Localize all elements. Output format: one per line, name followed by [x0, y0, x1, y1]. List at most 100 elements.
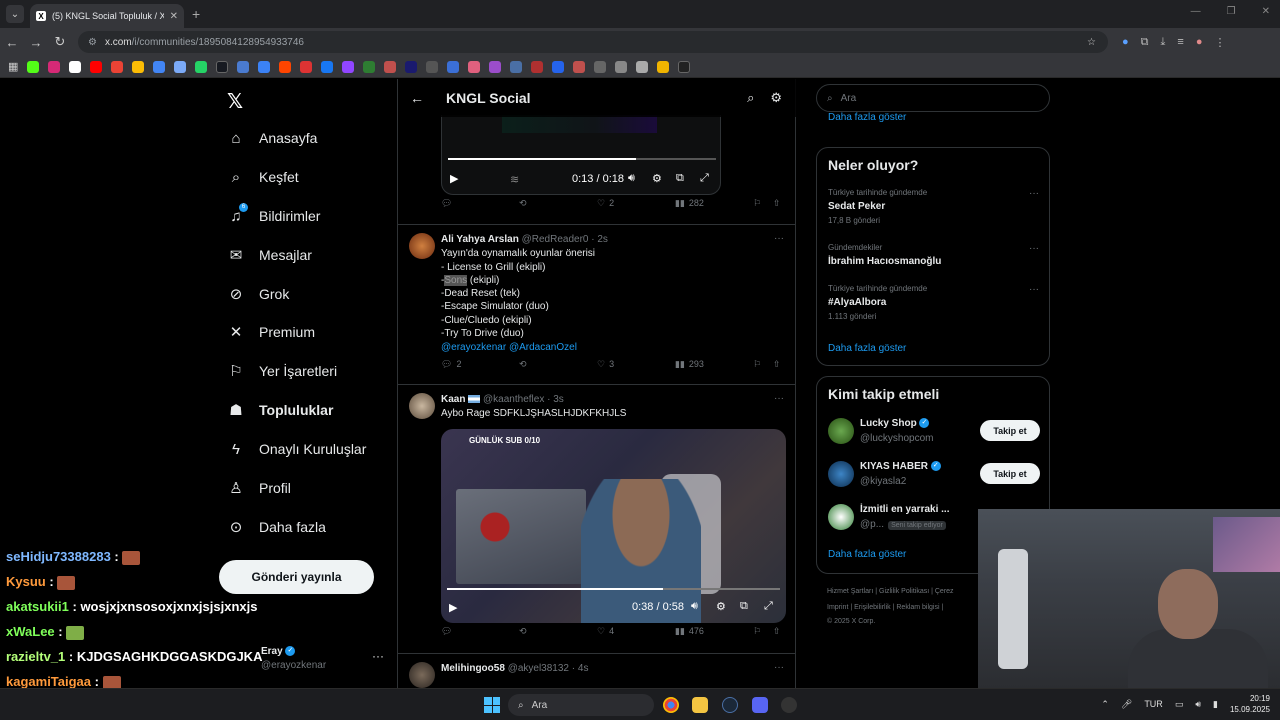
nav-notifications[interactable]: ♫ 6 Bildirimler [227, 203, 320, 225]
discord-icon[interactable] [752, 697, 768, 713]
follow-button[interactable]: Takip et [980, 420, 1040, 441]
bookmark-leaf-icon[interactable] [384, 60, 397, 73]
apps-grid-icon[interactable]: ▦ [8, 60, 18, 73]
bookmark-yellow-icon[interactable] [657, 60, 670, 73]
play-icon[interactable]: ▶ [450, 172, 458, 185]
bookmark-whatsapp-icon[interactable] [195, 60, 208, 73]
avatar[interactable] [409, 233, 435, 259]
pip-icon[interactable]: ⧉ [676, 172, 684, 185]
back-icon[interactable]: ← [0, 35, 24, 50]
file-explorer-icon[interactable] [692, 697, 708, 713]
views-button[interactable]: ▮▮ 293 [675, 359, 704, 370]
steam-icon[interactable] [722, 697, 738, 713]
bookmark-youtube-icon[interactable] [90, 60, 103, 73]
video-settings-icon[interactable]: ⚙ [652, 172, 662, 185]
reload-icon[interactable]: ↻ [48, 34, 72, 50]
bookmark-play-icon[interactable] [552, 60, 565, 73]
reply-button[interactable]: 💬︎ 2 [441, 359, 461, 370]
start-icon[interactable] [484, 697, 500, 713]
bookmark-google-icon[interactable] [132, 60, 145, 73]
reply-icon[interactable]: 💬︎ [441, 198, 452, 209]
retweet-icon[interactable]: ⟲ [519, 626, 527, 637]
avatar[interactable] [828, 504, 854, 530]
tweet-time[interactable]: 4s [578, 663, 589, 674]
like-button[interactable]: ♡ 4 [597, 626, 614, 637]
fullscreen-icon[interactable]: ⤢ [700, 172, 709, 185]
retweet-icon[interactable]: ⟲ [519, 359, 527, 370]
search-input[interactable]: ⌕ Ara [816, 84, 1050, 112]
bookmark-db-icon[interactable] [636, 60, 649, 73]
avatar[interactable] [828, 418, 854, 444]
share-icon[interactable]: ⇧ [773, 198, 781, 209]
bookmark-twitch-icon[interactable] [342, 60, 355, 73]
suggested-user-name[interactable]: İzmitli en yarraki ... [860, 504, 949, 515]
share-icon[interactable]: ⇧ [773, 359, 781, 370]
bookmark-chain-icon[interactable] [594, 60, 607, 73]
bookmark-web-icon[interactable] [615, 60, 628, 73]
bookmark-translate-icon[interactable] [153, 60, 166, 73]
tweet-author-name[interactable]: Ali Yahya Arslan [441, 234, 519, 245]
forward-icon[interactable]: → [24, 35, 48, 50]
bookmark-gmail-icon[interactable] [111, 60, 124, 73]
tweet-more-icon[interactable]: ··· [774, 662, 784, 673]
bookmark-steam-icon[interactable] [216, 60, 229, 73]
trend-name[interactable]: Sedat Peker [828, 201, 885, 212]
like-button[interactable]: ♡ 2 [597, 198, 614, 209]
video-player[interactable]: GÜNLÜK SUB 0/10 ▶ 0:38 / 0:58 🔊︎ ⚙ ⧉ ⤢ [441, 429, 786, 623]
tweet-author-name[interactable]: Kaan [441, 394, 465, 405]
tweet-author-name[interactable]: Melihingoo58 [441, 663, 505, 674]
tweet-author-handle[interactable]: @kaantheflex [483, 394, 544, 405]
language-indicator[interactable]: TUR [1144, 699, 1163, 709]
bookmark-arrow-icon[interactable] [426, 60, 439, 73]
microphone-icon[interactable]: 🎤︎ [1121, 699, 1132, 710]
trend-more-icon[interactable]: ··· [1029, 284, 1039, 295]
trend-name[interactable]: #AlyaAlbora [828, 297, 886, 308]
tweet-time[interactable]: 3s [553, 394, 564, 405]
tweet-author-handle[interactable]: @akyel38132 [508, 663, 569, 674]
volume-icon[interactable]: 🔊︎ [628, 172, 635, 185]
bookmark-star-icon[interactable]: ☆ [1087, 37, 1096, 48]
profile-circle-icon[interactable]: ● [1122, 36, 1129, 49]
tab-search-icon[interactable]: ⌄ [6, 5, 24, 23]
minimize-icon[interactable]: — [1191, 6, 1201, 17]
post-button[interactable]: Gönderi yayınla [219, 560, 374, 594]
bookmark-feather-icon[interactable] [573, 60, 586, 73]
pip-icon[interactable]: ⧉ [740, 600, 748, 613]
tray-chevron-icon[interactable]: ⌃ [1101, 699, 1109, 710]
bookmark-icon[interactable]: ⚐ [753, 359, 761, 370]
play-icon[interactable]: ▶ [449, 601, 457, 614]
bookmark-icon[interactable]: ⚐ [753, 626, 761, 637]
bookmark-s-icon[interactable] [489, 60, 502, 73]
views-button[interactable]: ▮▮ 282 [675, 198, 704, 209]
bookmark-chart-icon[interactable] [531, 60, 544, 73]
clock[interactable]: 20:19 15.09.2025 [1230, 693, 1270, 715]
footer-links[interactable]: Imprint | Erişilebilirlik | Reklam bilgi… [827, 604, 943, 611]
tweet-more-icon[interactable]: ··· [774, 233, 784, 244]
search-icon[interactable]: ⌕ [747, 90, 754, 106]
volume-icon[interactable]: 🔊︎ [1195, 699, 1201, 710]
nav-messages[interactable]: ✉ Mesajlar [227, 246, 312, 264]
tweet-time[interactable]: 2s [597, 234, 608, 245]
taskbar-search[interactable]: ⌕ Ara [508, 694, 654, 716]
avatar[interactable] [409, 393, 435, 419]
nav-more[interactable]: ⊙ Daha fazla [227, 518, 326, 536]
new-tab-icon[interactable]: + [192, 6, 200, 22]
nav-profile[interactable]: ♙ Profil [227, 479, 291, 497]
reading-list-icon[interactable]: ≡ [1177, 36, 1183, 49]
tweet[interactable]: Ali Yahya Arslan @RedReader0 · 2s ··· Ya… [398, 225, 796, 383]
nav-bookmarks[interactable]: ⚐ Yer İşaretleri [227, 362, 337, 380]
bookmark-blue-icon[interactable] [258, 60, 271, 73]
battery-icon[interactable]: ▮ [1213, 699, 1218, 710]
like-button[interactable]: ♡ 3 [597, 359, 614, 370]
video-settings-icon[interactable]: ⚙ [716, 600, 726, 613]
chrome-icon[interactable] [663, 697, 679, 713]
nav-home[interactable]: ⌂ Anasayfa [227, 129, 317, 147]
bookmark-docs-icon[interactable] [174, 60, 187, 73]
show-more-link[interactable]: Daha fazla göster [828, 343, 906, 354]
nav-grok[interactable]: ⊘ Grok [227, 285, 290, 303]
account-more-icon[interactable]: ··· [372, 649, 384, 663]
views-button[interactable]: ▮▮ 476 [675, 626, 704, 637]
share-icon[interactable]: ⇧ [773, 626, 781, 637]
bookmark-mail-icon[interactable] [447, 60, 460, 73]
tab-close-icon[interactable]: ✕ [170, 11, 178, 22]
